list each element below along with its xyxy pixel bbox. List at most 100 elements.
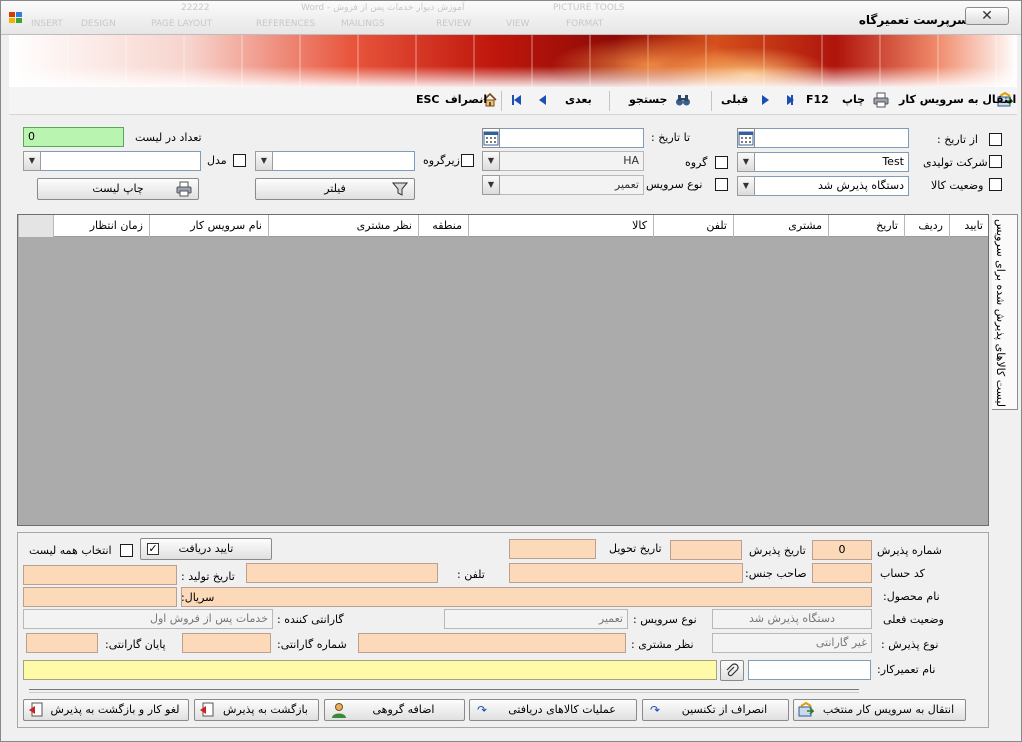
paperclip-icon [724,663,740,679]
column-header[interactable]: ردیف [904,215,949,237]
column-header[interactable]: منطقه [418,215,468,237]
reception-date-label: تاریخ پذیرش [749,544,806,557]
group-checkbox[interactable] [715,156,728,169]
service-type-select[interactable]: تعمیر [482,175,644,195]
model-checkbox[interactable] [233,154,246,167]
account-code-field[interactable] [812,563,872,583]
chevron-down-icon[interactable]: ▼ [737,152,755,172]
production-date-field[interactable] [23,565,177,585]
toolbar-separator [609,91,610,111]
current-status-field: دستگاه پذیرش شد [712,609,872,629]
side-tab-reception-list[interactable]: لیست کالاهای پذیرش شده برای سرویس [992,214,1018,410]
search-button[interactable]: جستجو [629,93,667,106]
column-header[interactable]: تلفن [653,215,733,237]
previous-button[interactable]: قبلی [721,93,748,106]
cancel-technician-button[interactable]: ↷ انصراف از تکنسین [642,699,789,721]
ghost-number: 22222 [181,3,210,13]
status-checkbox[interactable] [989,178,1002,191]
guarantee-end-field[interactable] [26,633,98,653]
main-window: INSERT DESIGN PAGE LAYOUT REFERENCES MAI… [0,0,1022,742]
column-header[interactable]: تایید [949,215,989,237]
chevron-down-icon[interactable]: ▼ [23,151,41,171]
from-date-label: از تاریخ : [937,133,978,146]
subgroup-select[interactable] [255,151,415,171]
from-date-checkbox[interactable] [989,133,1002,146]
print-shortcut: F12 [806,93,829,106]
print-list-button[interactable]: چاپ لیست [37,178,199,200]
column-header[interactable]: کالا [468,215,653,237]
transfer-to-technician-button[interactable]: انتقال به سرویس کار [899,93,1016,106]
count-field: 0 [23,127,124,147]
repairman-code-field[interactable] [748,660,871,680]
product-name-label: نام محصول: [883,590,940,603]
column-header[interactable]: نام سرویس کار [149,215,268,237]
select-all-label: انتخاب همه لیست [29,544,112,557]
serial-field[interactable] [23,587,177,607]
owner-type-field[interactable] [509,563,743,583]
group-add-label: اضافه گروهی [372,703,435,716]
ghost-tab: REFERENCES [256,19,316,29]
close-icon: ✕ [981,8,993,24]
toolbar: انتقال به سرویس کار چاپ F12 قبلی جستجو ب… [9,87,1017,115]
previous-icon[interactable] [757,92,773,108]
calendar-icon[interactable] [737,128,755,148]
repairman-name-field[interactable] [23,660,717,680]
chevron-down-icon[interactable]: ▼ [737,176,755,196]
reception-type-field: غیر گارانتی [712,633,872,653]
toolbar-separator [501,91,502,111]
document-back-icon [28,702,44,718]
column-header[interactable]: نظر مشتری [268,215,418,237]
to-date-input[interactable] [482,128,644,148]
guarantee-no-field[interactable] [182,633,271,653]
back-to-reception-button[interactable]: بازگشت به پذیرش [194,699,319,721]
from-date-input[interactable] [737,128,909,148]
manufacturer-select[interactable]: Test [737,152,909,172]
cancel-shortcut: ESC [416,93,440,106]
back-to-reception-label: بازگشت به پذیرش [223,703,308,716]
received-operations-button[interactable]: ↷ عملیات کالاهای دریافتی [469,699,637,721]
last-record-icon[interactable] [509,92,525,108]
column-header[interactable]: مشتری [733,215,828,237]
attach-button[interactable] [720,660,744,681]
model-select[interactable] [23,151,201,171]
column-header[interactable]: تاریخ [828,215,904,237]
first-record-icon[interactable] [781,92,797,108]
confirm-receive-button[interactable]: ✓ تایید دریافت [140,538,272,560]
select-all-checkbox[interactable] [120,544,133,557]
customer-opinion-label: نظر مشتری : [631,638,694,651]
manufacturer-checkbox[interactable] [989,155,1002,168]
status-select[interactable]: دستگاه پذیرش شد [737,176,909,196]
horizontal-scrollbar[interactable] [29,689,859,693]
service-type-checkbox[interactable] [715,178,728,191]
cancel-technician-label: انصراف از تکنسین [681,703,768,716]
filter-button[interactable]: فیلتر [255,178,415,200]
transfer-selected-button[interactable]: انتقال به سرویس کار منتخب [793,699,966,721]
transfer-selected-label: انتقال به سرویس کار منتخب [822,703,955,716]
print-button[interactable]: چاپ [842,93,865,106]
group-add-button[interactable]: اضافه گروهی [324,699,465,721]
next-button[interactable]: بعدی [565,93,592,106]
cancel-and-back-button[interactable]: لغو کار و بازگشت به پذیرش [23,699,189,721]
reception-grid[interactable]: تایید ردیف تاریخ مشتری تلفن کالا منطقه ن… [17,214,989,526]
delivery-date-field[interactable] [509,539,596,559]
owner-type-label: صاحب جنس: [745,567,807,580]
close-button[interactable]: ✕ [965,7,1009,25]
phone-field[interactable] [246,563,438,583]
cancel-button[interactable]: انصراف [445,93,487,106]
chevron-down-icon[interactable]: ▼ [255,151,273,171]
cancel-and-back-label: لغو کار و بازگشت به پذیرش [50,703,180,716]
product-name-field[interactable] [181,587,872,607]
chevron-down-icon[interactable]: ▼ [482,175,500,195]
customer-opinion-field[interactable] [358,633,626,653]
phone-label: تلفن : [457,568,485,581]
reception-date-field[interactable] [670,540,742,560]
column-header[interactable]: زمان انتظار [53,215,149,237]
calendar-icon[interactable] [482,128,500,148]
filter-icon [391,181,409,197]
ghost-tab: INSERT [31,19,63,29]
subgroup-checkbox[interactable] [461,154,474,167]
window-title: سرپرست تعمیرگاه [858,13,969,27]
next-icon[interactable] [535,92,551,108]
chevron-down-icon[interactable]: ▼ [482,151,500,171]
group-select[interactable]: HA [482,151,644,171]
